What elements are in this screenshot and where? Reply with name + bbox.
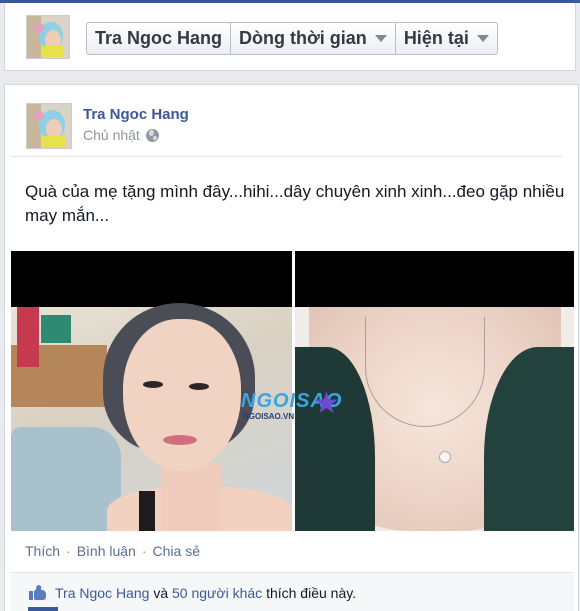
strap-shape [139,491,155,531]
others-link[interactable]: 50 người khác [172,585,262,601]
likes-suffix: thích điều này. [266,584,357,601]
thumbs-up-icon [29,584,47,601]
separator-dot: · [141,543,147,559]
chevron-down-icon [476,35,489,42]
post-author-name[interactable]: Tra Ngoc Hang [83,106,189,123]
likes-text: Tra Ngoc Hang và 50 người khác thích điề… [55,585,356,601]
status-post: Tra Ngoc Hang Chủ nhật Quà của mẹ tặng m… [4,84,579,611]
post-author-avatar[interactable] [26,103,72,149]
timeline-dropdown-label: Dòng thời gian [239,28,367,48]
share-link[interactable]: Chia sẻ [153,543,200,559]
post-timestamp-row: Chủ nhật [83,127,159,143]
present-dropdown-label: Hiện tại [403,28,469,48]
post-body-text: Quà của mẹ tặng mình đây...hihi...dây ch… [25,182,565,225]
separator-dot: · [66,543,71,559]
comment-link[interactable]: Bình luận [77,543,136,559]
globe-icon[interactable] [145,128,159,142]
star-icon: ★ [313,387,340,420]
watermark-site: NGOISAO.VN [243,412,295,421]
timeline-dropdown-button[interactable]: Dòng thời gian [231,22,396,55]
next-post-edge [28,607,58,611]
divider [11,156,563,157]
box-shape [41,315,71,343]
photo-black-bar [295,251,574,307]
liker-name-link[interactable]: Tra Ngoc Hang [55,585,149,601]
timeline-header: Tra Ngoc Hang Dòng thời gian Hiện tại [4,3,576,71]
necklace-pendant [439,451,451,463]
chevron-down-icon [374,35,387,42]
like-link[interactable]: Thích [25,543,60,559]
profile-name-button[interactable]: Tra Ngoc Hang [86,22,232,55]
post-timestamp[interactable]: Chủ nhật [83,127,140,143]
likes-conjunction: và [153,584,169,601]
neck-shape [161,463,221,531]
avatar-image [27,16,69,58]
eye-shape [143,381,163,388]
eye-shape [189,383,209,390]
lips-shape [163,435,197,445]
watermark-logo: NGOISAO ★ NGOISAO.VN [241,387,351,421]
bag-shape [11,427,121,531]
likes-summary: Tra Ngoc Hang và 50 người khác thích điề… [11,572,574,611]
avatar-image [27,104,71,148]
face-shape [123,319,241,471]
clothes-shape [17,307,39,367]
header-button-group: Tra Ngoc Hang Dòng thời gian Hiện tại [86,22,498,55]
photo-black-bar [11,251,292,307]
post-actions: Thích · Bình luận · Chia sẻ [25,543,200,559]
profile-avatar[interactable] [26,15,70,59]
profile-name-label: Tra Ngoc Hang [95,28,223,48]
present-dropdown-button[interactable]: Hiện tại [395,22,498,55]
